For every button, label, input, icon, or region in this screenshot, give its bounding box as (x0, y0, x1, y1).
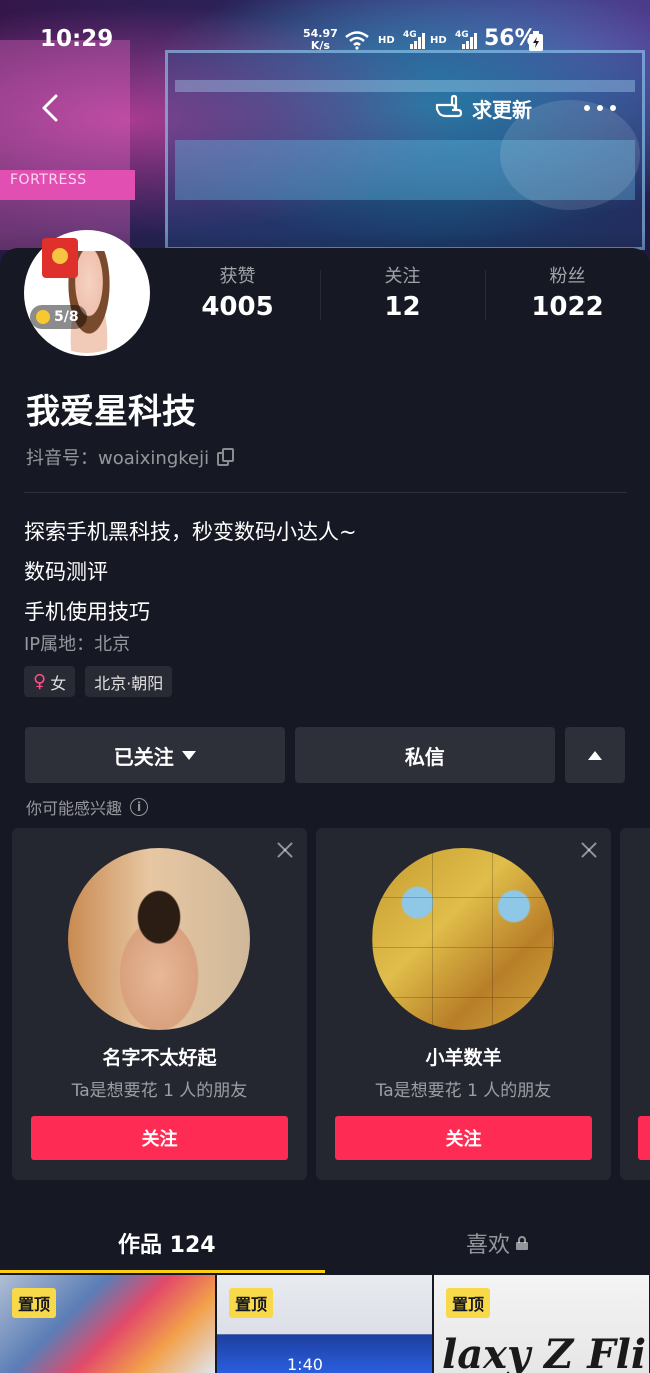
gender-tag: ♀ 女 (24, 666, 76, 697)
suggestion-cards: 名字不太好起 Ta是想要花 1 人的朋友 关注 小羊数羊 Ta是想要花 1 人的… (12, 828, 650, 1180)
close-icon[interactable] (579, 840, 599, 860)
tab-likes-label: 喜欢 (466, 1233, 511, 1258)
coin-progress-badge[interactable]: 5/8 (30, 305, 87, 329)
video-thumbnail[interactable]: 置顶 (0, 1275, 215, 1373)
profile-stats: 获赞 4005 关注 12 粉丝 1022 (155, 262, 650, 332)
video-thumbnail[interactable]: 置顶 1:40 (217, 1275, 432, 1373)
back-arrow-icon[interactable] (36, 92, 64, 124)
stat-likes[interactable]: 获赞 4005 (155, 262, 320, 332)
stat-following[interactable]: 关注 12 (320, 262, 485, 332)
suggestion-name: 名字不太好起 (102, 1047, 217, 1069)
status-time: 10:29 (40, 26, 114, 52)
follow-button-partial[interactable] (638, 1116, 650, 1160)
stat-value: 1022 (531, 292, 604, 322)
suggestion-reason: Ta是想要花 1 人的朋友 (375, 1081, 552, 1101)
signal-icon-1 (410, 33, 425, 49)
location-tag: 北京·朝阳 (85, 666, 173, 697)
tab-works-label: 作品 124 (118, 1233, 216, 1258)
copy-icon[interactable] (217, 448, 235, 466)
follow-button[interactable]: 关注 (31, 1116, 288, 1160)
gender-label: 女 (50, 673, 67, 693)
stat-label: 关注 (384, 266, 421, 287)
suggestion-avatar[interactable] (68, 848, 250, 1030)
location-label: 北京·朝阳 (94, 673, 164, 693)
profile-nickname: 我爱星科技 (26, 392, 196, 432)
signal-icon-2 (462, 33, 477, 49)
suggestion-card[interactable]: 小羊数羊 Ta是想要花 1 人的朋友 关注 (316, 828, 611, 1180)
red-packet-icon[interactable] (42, 238, 78, 278)
douyin-id-text: 抖音号：woaixingkeji (26, 448, 210, 469)
pointing-hand-icon (435, 94, 463, 118)
request-update-label: 求更新 (472, 97, 532, 122)
coin-icon (36, 310, 50, 324)
stat-label: 获赞 (219, 266, 256, 287)
stat-value: 4005 (201, 292, 274, 322)
caret-up-icon (588, 750, 603, 760)
profile-actions: 已关注 私信 (25, 727, 625, 783)
message-button[interactable]: 私信 (294, 727, 556, 783)
lock-icon (516, 1236, 529, 1250)
profile-bio: 探索手机黑科技，秒变数码小达人~ 数码测评 手机使用技巧 (24, 512, 357, 632)
female-icon: ♀ (33, 671, 47, 692)
info-icon[interactable]: i (130, 798, 149, 816)
followed-label: 已关注 (113, 744, 174, 769)
close-icon[interactable] (275, 840, 295, 860)
video-thumbnail[interactable]: laxy Z Fli 置顶 (434, 1275, 649, 1373)
stat-value: 12 (384, 292, 421, 322)
suggestion-card-partial[interactable] (620, 828, 650, 1180)
pinned-badge: 置顶 (229, 1288, 274, 1318)
more-options-icon[interactable] (584, 102, 616, 114)
bio-line: 手机使用技巧 (24, 600, 150, 624)
hd-indicator-1: HD (378, 35, 395, 46)
banner-sign-text: FORTRESS (10, 172, 87, 188)
tab-works[interactable]: 作品 124 (118, 1227, 216, 1259)
suggestion-name: 小羊数羊 (425, 1047, 502, 1069)
douyin-id: 抖音号：woaixingkeji (26, 444, 235, 470)
caret-down-icon (181, 750, 196, 760)
bio-line: 数码测评 (24, 560, 108, 584)
profile-tags: ♀ 女 北京·朝阳 (24, 666, 173, 697)
suggestion-avatar[interactable] (372, 848, 554, 1030)
pinned-badge: 置顶 (446, 1288, 491, 1318)
thumbnail-brand-text: laxy Z Fli (442, 1331, 647, 1373)
hd-indicator-2: HD (430, 35, 447, 46)
request-update-button[interactable]: 求更新 (434, 92, 532, 124)
pinned-badge: 置顶 (12, 1288, 57, 1318)
thumbnail-clock-text: 1:40 (287, 1355, 323, 1373)
wifi-icon (345, 31, 369, 50)
suggestion-reason: Ta是想要花 1 人的朋友 (71, 1081, 248, 1101)
coin-progress-text: 5/8 (54, 309, 79, 325)
suggestion-card[interactable]: 名字不太好起 Ta是想要花 1 人的朋友 关注 (12, 828, 307, 1180)
bio-line: 探索手机黑科技，秒变数码小达人~ (24, 520, 357, 544)
collapse-suggestions-button[interactable] (565, 727, 625, 783)
status-bar: 10:29 54.97 K/s HD 4G HD 4G 56% (0, 0, 650, 80)
stat-label: 粉丝 (549, 266, 586, 287)
tab-likes[interactable]: 喜欢 (466, 1227, 529, 1259)
suggestions-title: 你可能感兴趣 (26, 799, 123, 818)
message-label: 私信 (404, 744, 445, 769)
content-tabs: 作品 124 喜欢 (0, 1213, 650, 1273)
follow-button[interactable]: 关注 (335, 1116, 592, 1160)
stat-followers[interactable]: 粉丝 1022 (485, 262, 650, 332)
battery-icon (529, 31, 543, 51)
divider (24, 492, 627, 493)
followed-button[interactable]: 已关注 (25, 727, 285, 783)
ip-location: IP属地：北京 (24, 634, 131, 655)
net-speed-unit: K/s (310, 39, 330, 52)
net-speed: 54.97 K/s (303, 28, 338, 52)
tab-indicator (0, 1270, 325, 1273)
suggestions-header: 你可能感兴趣 i (26, 795, 149, 819)
video-grid: 置顶 置顶 1:40 laxy Z Fli 置顶 (0, 1275, 650, 1373)
